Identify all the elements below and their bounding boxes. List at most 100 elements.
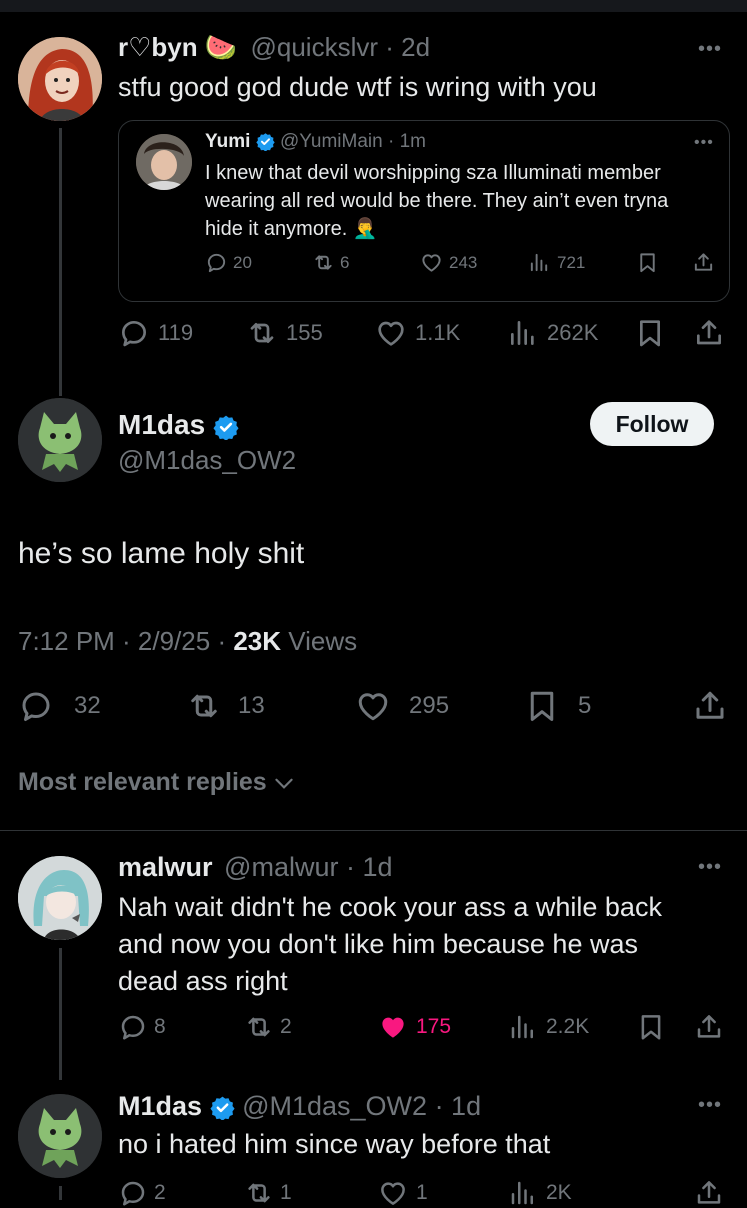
more-icon[interactable]: ••• bbox=[698, 1095, 722, 1115]
reply-icon bbox=[205, 251, 228, 274]
quote-text-line: wearing all red would be there. They ain… bbox=[205, 190, 669, 212]
avatar-m1das[interactable] bbox=[18, 1094, 102, 1178]
views-count: 2.2K bbox=[546, 1015, 590, 1038]
avatar-cat-icon bbox=[18, 398, 102, 482]
reply-button[interactable]: 32 bbox=[18, 688, 101, 724]
avatar-illustration-icon bbox=[18, 37, 102, 121]
quote-bookmark-button[interactable] bbox=[636, 251, 659, 274]
share-icon bbox=[693, 317, 725, 349]
avatar-yumi[interactable] bbox=[136, 134, 192, 190]
handle[interactable]: @quickslvr bbox=[250, 32, 378, 62]
repost-count: 13 bbox=[238, 692, 265, 719]
quote-header: Yumi @YumiMain · 1m bbox=[205, 131, 426, 153]
handle[interactable]: @malwur bbox=[224, 852, 338, 882]
reply-button[interactable]: 119 bbox=[118, 317, 193, 349]
reply-button[interactable]: 2 bbox=[118, 1178, 166, 1208]
repost-button[interactable]: 155 bbox=[246, 317, 323, 349]
avatar-malwur[interactable] bbox=[18, 856, 102, 940]
repost-icon bbox=[244, 1178, 274, 1208]
quote-like-button[interactable]: 243 bbox=[420, 251, 477, 274]
display-name[interactable]: M1das bbox=[118, 1091, 202, 1121]
reply-button[interactable]: 8 bbox=[118, 1012, 166, 1042]
bookmark-button[interactable]: 5 bbox=[524, 688, 591, 724]
like-icon bbox=[420, 251, 443, 274]
quote-views-button[interactable]: 721 bbox=[528, 251, 585, 274]
like-icon bbox=[378, 1178, 408, 1208]
bookmark-count: 5 bbox=[578, 692, 592, 719]
quote-text-line: hide it anymore. 🤦‍♂️ bbox=[205, 218, 378, 240]
reply-count: 2 bbox=[154, 1181, 166, 1204]
reply-icon bbox=[118, 1012, 148, 1042]
bookmark-button[interactable] bbox=[636, 1012, 666, 1042]
display-name[interactable]: M1das bbox=[118, 409, 205, 440]
reply-header: M1das @M1das_OW2 · 1d bbox=[118, 1091, 481, 1122]
quote-share-button[interactable] bbox=[692, 251, 715, 274]
follow-label: Follow bbox=[615, 410, 689, 437]
more-icon[interactable]: ••• bbox=[698, 39, 722, 59]
share-button[interactable] bbox=[694, 1012, 724, 1042]
timestamp[interactable]: · 1d bbox=[435, 1091, 482, 1121]
reply-icon bbox=[118, 1178, 148, 1208]
chevron-down-icon bbox=[275, 778, 293, 789]
repost-icon bbox=[312, 251, 335, 274]
sort-replies-button[interactable]: Most relevant replies bbox=[18, 768, 297, 797]
views-icon bbox=[528, 251, 551, 274]
share-button[interactable] bbox=[693, 317, 725, 349]
like-button[interactable]: 295 bbox=[355, 688, 449, 724]
timestamp[interactable]: · 1d bbox=[346, 852, 393, 882]
quote-timestamp: · 1m bbox=[387, 131, 426, 152]
handle[interactable]: @M1das_OW2 bbox=[118, 445, 296, 476]
views-count: 262K bbox=[547, 320, 599, 345]
repost-count: 1 bbox=[280, 1181, 292, 1204]
verified-icon bbox=[213, 414, 239, 440]
handle[interactable]: @M1das_OW2 bbox=[242, 1091, 427, 1121]
thread-line bbox=[59, 948, 62, 1080]
bookmark-icon bbox=[636, 251, 659, 274]
follow-button[interactable]: Follow bbox=[590, 402, 714, 446]
quote-reply-button[interactable]: 20 bbox=[205, 251, 252, 274]
avatar-anime-icon bbox=[18, 856, 102, 940]
views-button[interactable]: 2K bbox=[508, 1178, 572, 1208]
verified-icon bbox=[256, 132, 275, 151]
main-author: M1das bbox=[118, 409, 239, 441]
timestamp[interactable]: · 2d bbox=[385, 32, 430, 62]
tweet-text: stfu good god dude wtf is wring with you bbox=[118, 72, 597, 102]
reply-text: no i hated him since way before that bbox=[118, 1129, 551, 1159]
reply-count: 119 bbox=[158, 320, 194, 345]
repost-button[interactable]: 13 bbox=[186, 688, 265, 724]
display-name[interactable]: r♡byn 🍉 bbox=[118, 32, 237, 62]
avatar-m1das[interactable] bbox=[18, 398, 102, 482]
like-count: 175 bbox=[416, 1015, 452, 1038]
quote-display-name[interactable]: Yumi bbox=[205, 131, 250, 152]
bookmark-icon bbox=[634, 317, 666, 349]
share-button[interactable] bbox=[692, 688, 728, 724]
reply-count: 32 bbox=[74, 692, 101, 719]
quote-repost-button[interactable]: 6 bbox=[312, 251, 349, 274]
views-count: 2K bbox=[546, 1181, 572, 1204]
display-name[interactable]: malwur bbox=[118, 852, 213, 882]
repost-icon bbox=[186, 688, 222, 724]
avatar-photo-icon bbox=[136, 134, 192, 190]
timestamp[interactable]: 7:12 PM · 2/9/25 · bbox=[18, 626, 226, 656]
repost-button[interactable]: 2 bbox=[244, 1012, 292, 1042]
views-count: 23K bbox=[233, 626, 282, 656]
share-icon bbox=[692, 688, 728, 724]
repost-button[interactable]: 1 bbox=[244, 1178, 292, 1208]
views-button[interactable]: 262K bbox=[507, 317, 598, 349]
avatar-robyn[interactable] bbox=[18, 37, 102, 121]
quote-more-icon[interactable]: ••• bbox=[694, 135, 714, 151]
like-button[interactable]: 1.1K bbox=[375, 317, 460, 349]
reply-header: malwur @malwur · 1d bbox=[118, 852, 393, 883]
more-icon[interactable]: ••• bbox=[698, 857, 722, 877]
repost-count: 2 bbox=[280, 1015, 292, 1038]
like-button[interactable]: 1 bbox=[378, 1178, 428, 1208]
repost-icon bbox=[246, 317, 278, 349]
bookmark-button[interactable] bbox=[634, 317, 666, 349]
views-button[interactable]: 2.2K bbox=[508, 1012, 589, 1042]
quote-handle[interactable]: @YumiMain bbox=[280, 131, 383, 152]
divider bbox=[0, 830, 747, 831]
sort-label: Most relevant replies bbox=[18, 768, 267, 796]
reply-icon bbox=[18, 688, 54, 724]
like-button[interactable]: 175 bbox=[378, 1012, 451, 1042]
share-button[interactable] bbox=[694, 1178, 724, 1208]
